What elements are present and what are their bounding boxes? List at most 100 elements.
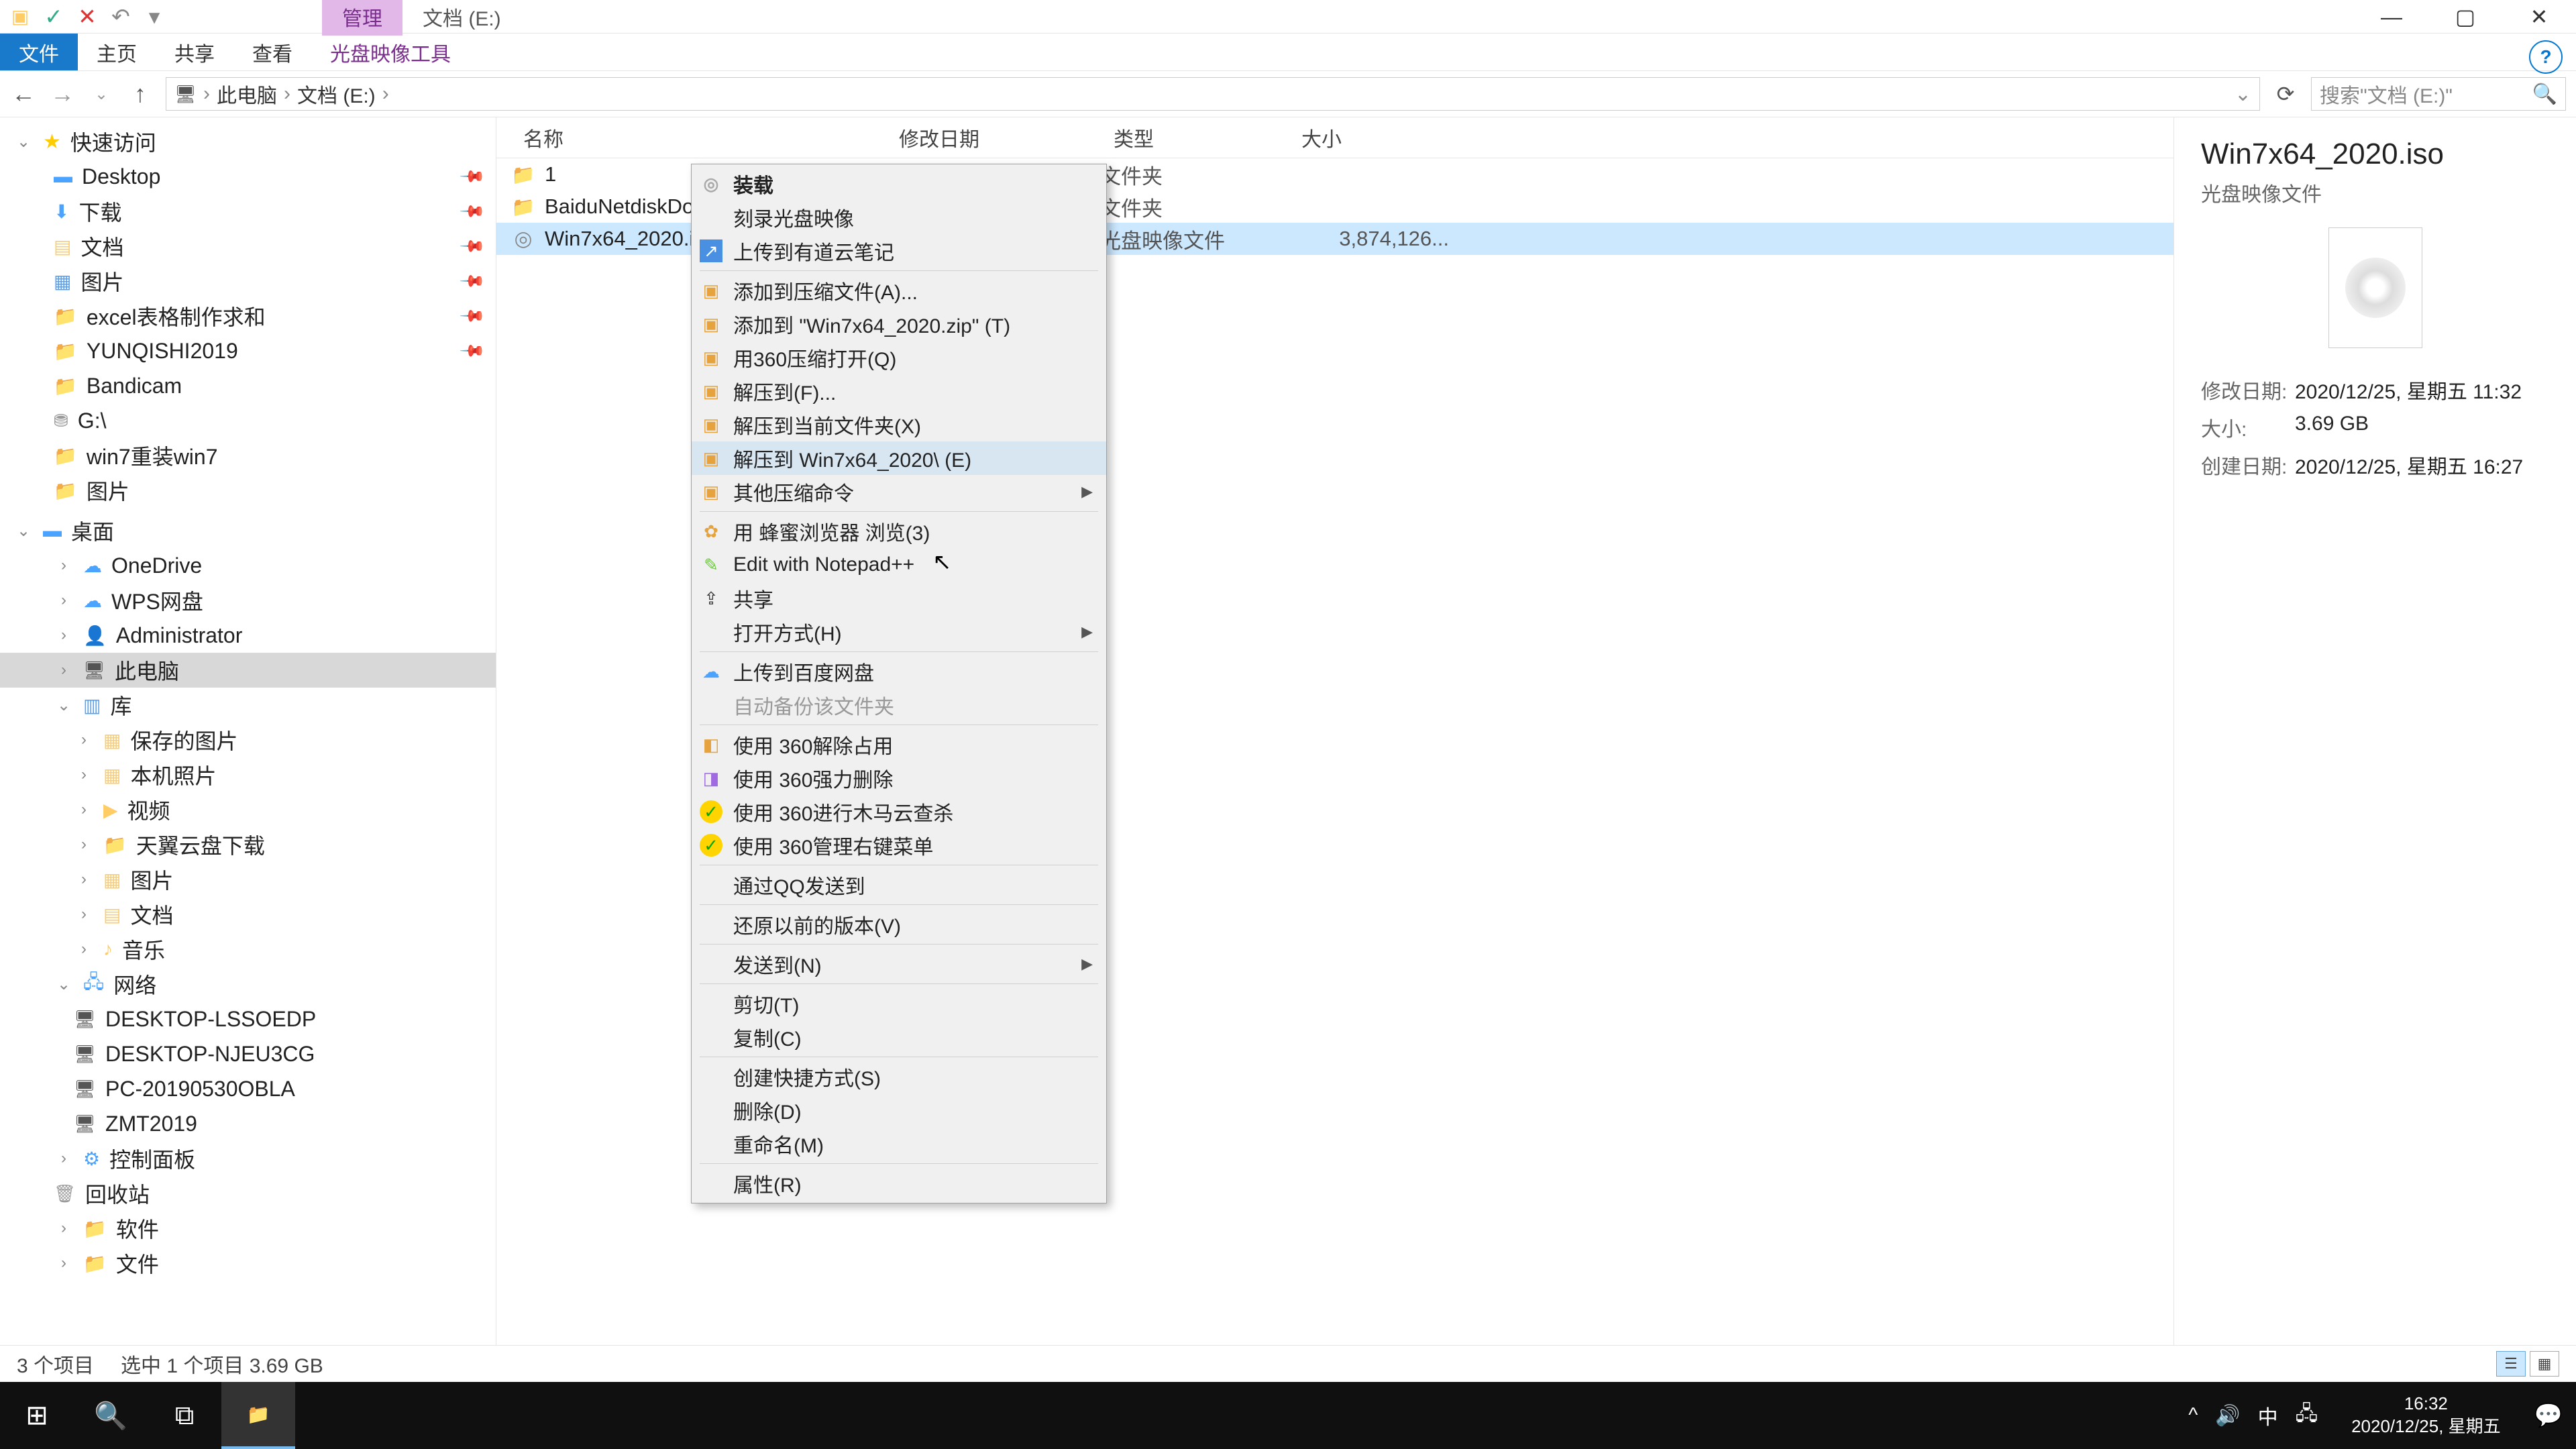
ribbon-tab-share[interactable]: 共享	[156, 34, 233, 70]
system-tray[interactable]: ^ 🔊 中 🖧	[2188, 1399, 2318, 1433]
tray-volume-icon[interactable]: 🔊	[2215, 1404, 2240, 1428]
taskbar-clock[interactable]: 16:32 2020/12/25, 星期五	[2338, 1393, 2514, 1438]
navigation-pane[interactable]: ⌄★快速访问 ▬Desktop📌 ⬇下载📌 ▤文档📌 ▦图片📌 📁excel表格…	[0, 117, 496, 1345]
nav-quick-access[interactable]: ⌄★快速访问	[0, 124, 496, 159]
minimize-button[interactable]: —	[2355, 0, 2428, 34]
ctx-mount[interactable]: ◎装载	[692, 167, 1106, 201]
nav-quick-item[interactable]: 📁图片	[0, 473, 496, 508]
ctx-send-to[interactable]: 发送到(N)▶	[692, 947, 1106, 981]
ctx-delete[interactable]: 删除(D)	[692, 1093, 1106, 1127]
search-box[interactable]: 搜索"文档 (E:)" 🔍	[2311, 77, 2566, 111]
nav-quick-item[interactable]: ⛃G:\	[0, 403, 496, 438]
help-button[interactable]: ?	[2529, 40, 2563, 74]
qat-dropdown-icon[interactable]: ▾	[141, 3, 168, 30]
maximize-button[interactable]: ▢	[2428, 0, 2502, 34]
column-size[interactable]: 大小	[1288, 123, 1476, 152]
column-type[interactable]: 类型	[1100, 123, 1288, 152]
ctx-cut[interactable]: 剪切(T)	[692, 987, 1106, 1020]
ctx-extract-here[interactable]: ▣解压到当前文件夹(X)	[692, 408, 1106, 441]
ctx-notepad[interactable]: ✎Edit with Notepad++	[692, 548, 1106, 582]
start-button[interactable]: ⊞	[0, 1382, 74, 1449]
nav-lib-item[interactable]: ›♪音乐	[0, 932, 496, 967]
tray-chevron-icon[interactable]: ^	[2188, 1404, 2198, 1427]
breadcrumb-segment[interactable]: 文档 (E:)	[297, 79, 376, 109]
nav-folder[interactable]: ›📁软件	[0, 1211, 496, 1246]
ribbon-tab-home[interactable]: 主页	[78, 34, 156, 70]
nav-item[interactable]: ›☁WPS网盘	[0, 583, 496, 618]
ctx-360-manage[interactable]: ✓使用 360管理右键菜单	[692, 828, 1106, 862]
ribbon-tab-file[interactable]: 文件	[0, 34, 78, 70]
nav-net-item[interactable]: 🖥DESKTOP-NJEU3CG	[0, 1036, 496, 1071]
ctx-extract-to[interactable]: ▣解压到(F)...	[692, 374, 1106, 408]
ctx-other-zip[interactable]: ▣其他压缩命令▶	[692, 475, 1106, 508]
nav-back-button[interactable]: ←	[10, 80, 37, 108]
nav-lib-item[interactable]: ›📁天翼云盘下载	[0, 827, 496, 862]
file-list-pane[interactable]: 名称 修改日期 类型 大小 📁 1 2020/12/15, 星期二 1... 文…	[496, 117, 2174, 1345]
nav-forward-button[interactable]: →	[49, 80, 76, 108]
nav-this-pc[interactable]: ›🖥此电脑	[0, 653, 496, 688]
ctx-baidu[interactable]: ☁上传到百度网盘	[692, 655, 1106, 688]
nav-quick-item[interactable]: 📁YUNQISHI2019📌	[0, 333, 496, 368]
nav-lib-item[interactable]: ›▶视频	[0, 792, 496, 827]
nav-quick-item[interactable]: 📁Bandicam	[0, 368, 496, 403]
ctx-open-with[interactable]: 打开方式(H)▶	[692, 615, 1106, 649]
nav-quick-item[interactable]: 📁win7重装win7	[0, 438, 496, 473]
nav-lib-item[interactable]: ›▦本机照片	[0, 757, 496, 792]
breadcrumb-bar[interactable]: 🖥 › 此电脑 › 文档 (E:) › ⌄	[166, 77, 2260, 111]
ctx-create-shortcut[interactable]: 创建快捷方式(S)	[692, 1060, 1106, 1093]
nav-quick-item[interactable]: ▦图片📌	[0, 264, 496, 299]
ctx-360-unlock[interactable]: ◧使用 360解除占用	[692, 728, 1106, 761]
search-button[interactable]: 🔍	[74, 1382, 148, 1449]
qat-delete-icon[interactable]: ✕	[74, 3, 101, 30]
nav-network[interactable]: ⌄🖧网络	[0, 967, 496, 1002]
nav-folder[interactable]: ›📁文件	[0, 1246, 496, 1281]
action-center-icon[interactable]: 💬	[2534, 1402, 2563, 1429]
refresh-button[interactable]: ⟳	[2272, 81, 2299, 107]
nav-lib-item[interactable]: ›▦图片	[0, 862, 496, 897]
breadcrumb-dropdown-icon[interactable]: ⌄	[2235, 83, 2251, 106]
column-date[interactable]: 修改日期	[885, 123, 1100, 152]
ctx-add-archive[interactable]: ▣添加到压缩文件(A)...	[692, 274, 1106, 307]
ctx-burn[interactable]: 刻录光盘映像	[692, 201, 1106, 234]
tray-network-icon[interactable]: 🖧	[2296, 1399, 2318, 1433]
breadcrumb-segment[interactable]: 此电脑	[217, 79, 277, 109]
qat-undo-icon[interactable]: ↶	[107, 3, 134, 30]
file-explorer-taskbar-icon[interactable]: 📁	[221, 1382, 295, 1449]
ctx-extract-folder[interactable]: ▣解压到 Win7x64_2020\ (E)	[692, 441, 1106, 475]
view-details-button[interactable]: ☰	[2496, 1351, 2526, 1377]
ribbon-tab-disc-tools[interactable]: 光盘映像工具	[311, 34, 470, 70]
nav-quick-item[interactable]: 📁excel表格制作求和📌	[0, 299, 496, 333]
nav-quick-item[interactable]: ▬Desktop📌	[0, 159, 496, 194]
nav-net-item[interactable]: 🖥PC-20190530OBLA	[0, 1071, 496, 1106]
ctx-360-scan[interactable]: ✓使用 360进行木马云查杀	[692, 795, 1106, 828]
taskbar[interactable]: ⊞ 🔍 ⧉ 📁 ^ 🔊 中 🖧 16:32 2020/12/25, 星期五 💬	[0, 1382, 2576, 1449]
tray-ime-indicator[interactable]: 中	[2258, 1401, 2278, 1430]
nav-net-item[interactable]: 🖥ZMT2019	[0, 1106, 496, 1141]
ribbon-tab-view[interactable]: 查看	[233, 34, 311, 70]
nav-quick-item[interactable]: ▤文档📌	[0, 229, 496, 264]
chevron-right-icon[interactable]: ›	[203, 83, 210, 105]
nav-desktop-root[interactable]: ⌄▬桌面	[0, 513, 496, 548]
search-icon[interactable]: 🔍	[2532, 83, 2557, 106]
ctx-360-delete[interactable]: ◨使用 360强力删除	[692, 761, 1106, 795]
nav-item[interactable]: ›☁OneDrive	[0, 548, 496, 583]
qat-properties-icon[interactable]: ✓	[40, 3, 67, 30]
details-value[interactable]: 2020/12/25, 星期五 11:32	[2295, 375, 2522, 405]
ctx-properties[interactable]: 属性(R)	[692, 1167, 1106, 1200]
nav-up-button[interactable]: ↑	[127, 80, 154, 108]
column-name[interactable]: 名称	[496, 123, 885, 152]
ctx-360-open[interactable]: ▣用360压缩打开(Q)	[692, 341, 1106, 374]
nav-recent-dropdown[interactable]: ⌄	[88, 85, 115, 104]
nav-control-panel[interactable]: ›⚙控制面板	[0, 1141, 496, 1176]
ctx-restore-version[interactable]: 还原以前的版本(V)	[692, 908, 1106, 941]
ctx-share[interactable]: ⇪共享	[692, 582, 1106, 615]
nav-lib-item[interactable]: ›▤文档	[0, 897, 496, 932]
nav-libraries[interactable]: ⌄▥库	[0, 688, 496, 722]
nav-recycle-bin[interactable]: 🗑回收站	[0, 1176, 496, 1211]
ctx-add-zip[interactable]: ▣添加到 "Win7x64_2020.zip" (T)	[692, 307, 1106, 341]
view-icons-button[interactable]: ▦	[2530, 1351, 2559, 1377]
close-button[interactable]: ✕	[2502, 0, 2576, 34]
nav-item[interactable]: ›👤Administrator	[0, 618, 496, 653]
ctx-youdao[interactable]: ↗上传到有道云笔记	[692, 234, 1106, 268]
chevron-right-icon[interactable]: ›	[382, 83, 389, 105]
